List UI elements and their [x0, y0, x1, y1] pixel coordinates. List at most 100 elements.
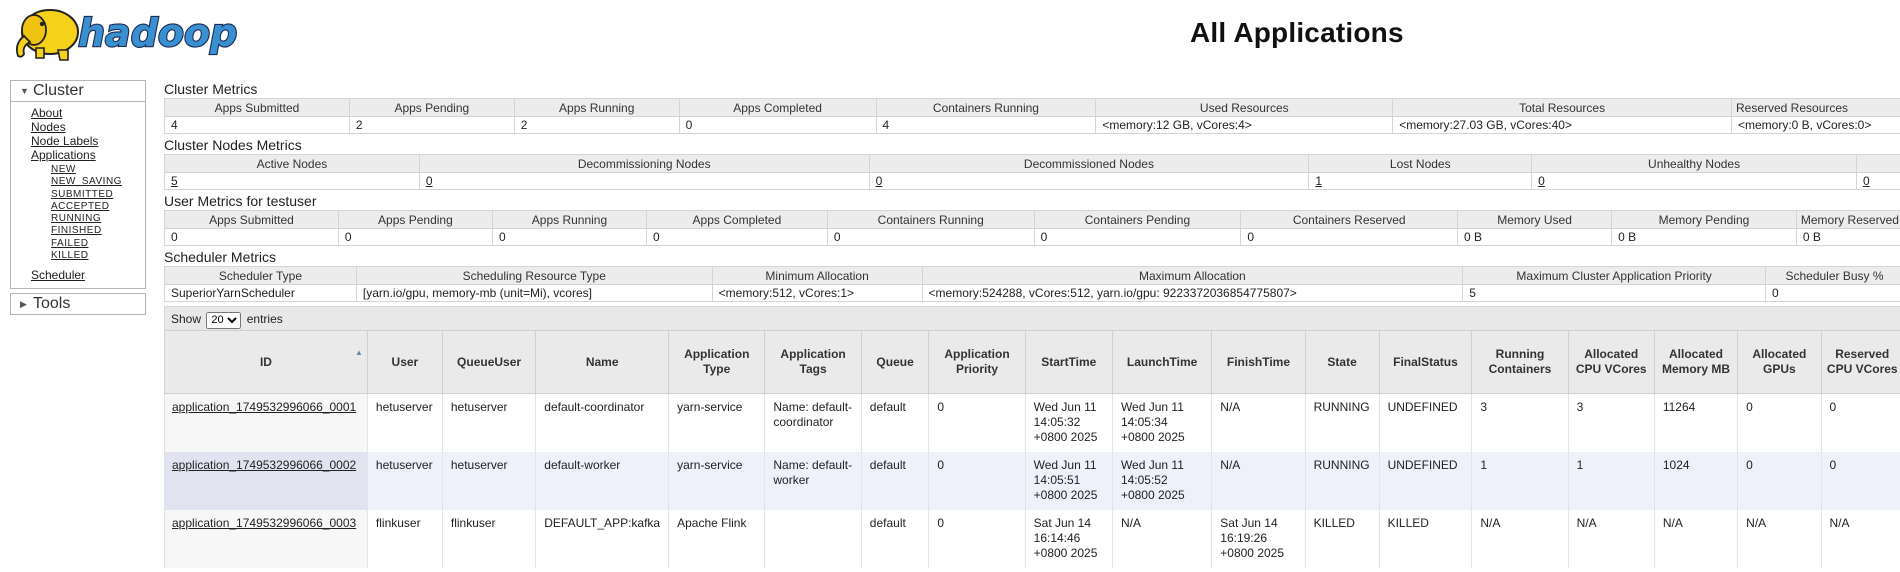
column-header: Apps Completed	[678, 98, 877, 117]
column-header: Unhealthy Nodes	[1531, 154, 1857, 173]
header: hadoop All Applications	[0, 0, 1900, 72]
metric-value: <memory:524288, vCores:512, yarn.io/gpu:…	[921, 284, 1464, 302]
metric-value: 0 B	[1457, 228, 1613, 246]
tools-nav-header[interactable]: ▶ Tools	[11, 294, 145, 314]
metric-value: <memory:0 B, vCores:0>	[1730, 116, 1900, 134]
metric-value: <memory:12 GB, vCores:4>	[1095, 116, 1394, 134]
column-header-allocated-cpu-vcores[interactable]: Allocated CPU VCores	[1567, 330, 1655, 394]
column-header: Containers Running	[875, 98, 1097, 117]
cluster-metrics-header-row: Apps Submitted Apps Pending Apps Running…	[164, 98, 1900, 117]
cluster-nodes-metrics-table: Active Nodes Decommissioning Nodes Decom…	[164, 154, 1900, 190]
table-cell: 1	[1567, 451, 1655, 510]
nav-link-state-new[interactable]: NEW	[51, 164, 145, 176]
metric-value: <memory:512, vCores:1>	[711, 284, 923, 302]
column-header-finalstatus[interactable]: FinalStatus	[1378, 330, 1473, 394]
table-cell: default	[860, 393, 929, 452]
sidebar: ▼ Cluster About Nodes Node Labels Applic…	[10, 80, 146, 316]
metric-value: [yarn.io/gpu, memory-mb (unit=Mi), vcore…	[355, 284, 713, 302]
column-header-label: ID	[259, 354, 272, 369]
nav-link-applications[interactable]: Applications	[31, 148, 145, 162]
column-header-launchtime[interactable]: LaunchTime	[1111, 330, 1213, 394]
column-header-application-tags[interactable]: Application Tags	[764, 330, 862, 394]
hadoop-logo[interactable]: hadoop	[10, 2, 250, 62]
table-cell: 0	[928, 509, 1026, 568]
cluster-nav-header[interactable]: ▼ Cluster	[11, 81, 145, 102]
table-cell: N/A	[1211, 451, 1306, 510]
nav-link-state-failed[interactable]: FAILED	[51, 238, 145, 250]
column-header-queue[interactable]: Queue	[860, 330, 930, 394]
column-header: Containers Pending	[1033, 210, 1242, 229]
decommissioned-nodes-link[interactable]: 0	[876, 174, 883, 188]
column-header-running-containers[interactable]: Running Containers	[1471, 330, 1569, 394]
table-cell: N/A	[1211, 393, 1306, 452]
table-cell: Wed Jun 11 14:05:51 +0800 2025	[1024, 451, 1113, 510]
scheduler-metrics-table: Scheduler Type Scheduling Resource Type …	[164, 266, 1900, 302]
entries-select[interactable]: 20	[206, 311, 242, 329]
table-cell: flinkuser	[366, 509, 443, 568]
caret-down-icon: ▼	[20, 86, 29, 96]
rebooted-nodes-link[interactable]: 0	[1863, 174, 1870, 188]
table-cell: 1	[1471, 451, 1569, 510]
sort-ascending-icon: ▲	[354, 348, 363, 357]
column-header: Decommissioned Nodes	[868, 154, 1310, 173]
show-entries-bar: Show 20 entries	[164, 306, 1900, 330]
column-header-reserved-cpu-vcores[interactable]: Reserved CPU VCores	[1820, 330, 1900, 394]
application-id-link[interactable]: application_1749532996066_0003	[172, 516, 356, 530]
column-header-state[interactable]: State	[1304, 330, 1380, 394]
table-cell: default-worker	[535, 451, 669, 510]
nav-link-state-new-saving[interactable]: NEW_SAVING	[51, 176, 145, 188]
nav-link-state-submitted[interactable]: SUBMITTED	[51, 189, 145, 201]
column-header-user[interactable]: User	[366, 330, 443, 394]
column-header-finishtime[interactable]: FinishTime	[1211, 330, 1306, 394]
table-cell	[764, 509, 862, 568]
nav-link-scheduler[interactable]: Scheduler	[31, 268, 145, 282]
column-header: Lost Nodes	[1308, 154, 1533, 173]
scheduler-metrics-value-row: SuperiorYarnScheduler [yarn.io/gpu, memo…	[164, 284, 1900, 302]
table-cell: Wed Jun 11 14:05:32 +0800 2025	[1024, 393, 1113, 452]
decommissioning-nodes-link[interactable]: 0	[426, 174, 433, 188]
column-header-name[interactable]: Name	[535, 330, 670, 394]
table-cell: Apache Flink	[668, 509, 765, 568]
column-header-starttime[interactable]: StartTime	[1024, 330, 1113, 394]
application-id-link[interactable]: application_1749532996066_0002	[172, 458, 356, 472]
column-header: Apps Running	[491, 210, 647, 229]
table-cell: KILLED	[1304, 509, 1380, 568]
application-id-link[interactable]: application_1749532996066_0001	[172, 400, 356, 414]
table-cell: 0	[1737, 393, 1821, 452]
metric-value: 0	[826, 228, 1035, 246]
table-cell: DEFAULT_APP:kafka	[535, 509, 669, 568]
nav-link-state-running[interactable]: RUNNING	[51, 213, 145, 225]
column-header-queueuser[interactable]: QueueUser	[441, 330, 537, 394]
table-cell: hetuserver	[366, 393, 443, 452]
table-cell: yarn-service	[668, 393, 765, 452]
table-cell: Sat Jun 14 16:14:46 +0800 2025	[1024, 509, 1113, 568]
column-header-allocated-memory-mb[interactable]: Allocated Memory MB	[1653, 330, 1739, 394]
metric-value: 5	[1462, 284, 1767, 302]
lost-nodes-link[interactable]: 1	[1315, 174, 1322, 188]
nav-link-about[interactable]: About	[31, 106, 145, 120]
nav-link-nodes[interactable]: Nodes	[31, 120, 145, 134]
column-header: Scheduler Type	[164, 266, 357, 285]
metric-value: 0	[645, 228, 828, 246]
column-header: Apps Submitted	[164, 98, 350, 117]
table-row: application_1749532996066_0003 flinkuser…	[164, 509, 1900, 568]
active-nodes-link[interactable]: 5	[171, 174, 178, 188]
metric-value: 2	[513, 116, 680, 134]
nav-link-state-accepted[interactable]: ACCEPTED	[51, 201, 145, 213]
unhealthy-nodes-link[interactable]: 0	[1538, 174, 1545, 188]
table-cell: N/A	[1820, 509, 1900, 568]
metric-value: 4	[875, 116, 1097, 134]
nav-link-state-killed[interactable]: KILLED	[51, 250, 145, 262]
nav-link-node-labels[interactable]: Node Labels	[31, 134, 145, 148]
column-header-application-type[interactable]: Application Type	[668, 330, 766, 394]
metric-value: 0	[337, 228, 493, 246]
column-header-application-priority[interactable]: Application Priority	[928, 330, 1026, 394]
tools-nav-title: Tools	[33, 295, 71, 313]
column-header-id[interactable]: ID ▲	[164, 330, 368, 394]
table-cell: Name: default-worker	[764, 451, 862, 510]
metric-value: 0	[1765, 284, 1900, 302]
nav-link-state-finished[interactable]: FINISHED	[51, 225, 145, 237]
metric-value: 2	[348, 116, 515, 134]
column-header-allocated-gpus[interactable]: Allocated GPUs	[1737, 330, 1822, 394]
main-content: Cluster Metrics Apps Submitted Apps Pend…	[164, 80, 1900, 568]
